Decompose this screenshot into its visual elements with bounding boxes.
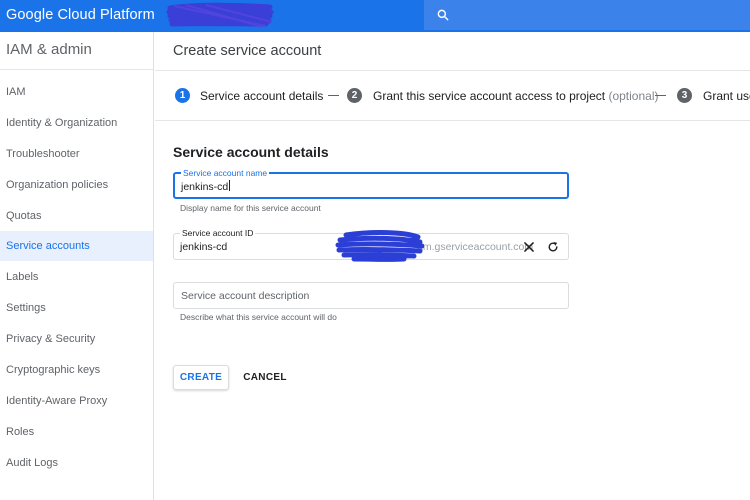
step-2-optional: (optional) [608,89,659,103]
sidebar-item-troubleshooter[interactable]: Troubleshooter [0,139,153,169]
step-2-label: Grant this service account access to pro… [373,89,659,103]
step-connector [328,95,339,96]
sidebar-item-privacy-security[interactable]: Privacy & Security [0,324,153,354]
page-title: Create service account [173,43,322,59]
step-1-number: 1 [175,88,190,103]
sidebar-item-roles[interactable]: Roles [0,417,153,447]
step-3-number: 3 [677,88,692,103]
step-1-label: Service account details [200,89,324,103]
stepper: 1 Service account details 2 Grant this s… [175,88,750,108]
service-account-id-suffix: am.gserviceaccount.com [417,241,534,253]
service-account-description-input[interactable]: Service account description [181,290,309,302]
service-account-name-hint: Display name for this service account [180,203,321,213]
sidebar-item-quotas[interactable]: Quotas [0,201,153,231]
sidebar-item-identity-organization[interactable]: Identity & Organization [0,108,153,138]
step-connector [655,95,666,96]
refresh-icon[interactable] [546,240,560,254]
search-icon[interactable] [436,8,450,22]
section-title: Service account details [173,144,329,160]
search-bar[interactable] [424,0,750,30]
sidebar-item-service-accounts[interactable]: Service accounts [0,231,153,261]
service-account-name-input[interactable]: jenkins-cd [181,180,231,193]
product-logo-text[interactable]: Google Cloud Platform [6,7,155,23]
redaction-scribble [335,230,424,262]
stepper-divider [155,120,750,121]
sidebar-item-settings[interactable]: Settings [0,293,153,323]
sidebar-item-audit-logs[interactable]: Audit Logs [0,448,153,478]
step-2-number: 2 [347,88,362,103]
service-account-name-field[interactable]: Service account name jenkins-cd [173,168,569,199]
sidebar-item-identity-aware-proxy[interactable]: Identity-Aware Proxy [0,386,153,416]
sidebar-item-organization-policies[interactable]: Organization policies [0,170,153,200]
sidebar-item-iam[interactable]: IAM [0,77,153,107]
service-account-id-field[interactable]: Service account ID jenkins-cd am.gservic… [173,228,569,262]
sidebar-header: IAM & admin [0,32,153,70]
cancel-button[interactable]: CANCEL [239,365,291,390]
header-divider [155,70,750,71]
sidebar: IAM & admin IAM Identity & Organization … [0,32,154,500]
service-account-id-label: Service account ID [180,228,256,238]
service-account-id-input[interactable]: jenkins-cd [180,241,227,253]
close-icon[interactable] [522,240,536,254]
text-caret [229,180,231,191]
create-button[interactable]: CREATE [173,365,229,390]
redaction-scribble [166,2,274,28]
sidebar-item-labels[interactable]: Labels [0,262,153,292]
step-3-label: Grant use [703,89,750,103]
top-app-bar: Google Cloud Platform [0,0,750,32]
sidebar-title: IAM & admin [6,41,92,58]
service-account-description-hint: Describe what this service account will … [180,312,337,322]
sidebar-item-cryptographic-keys[interactable]: Cryptographic keys [0,355,153,385]
service-account-name-label: Service account name [181,168,270,178]
service-account-description-field[interactable]: Service account description [173,282,569,309]
main-content: Create service account 1 Service account… [155,32,750,500]
